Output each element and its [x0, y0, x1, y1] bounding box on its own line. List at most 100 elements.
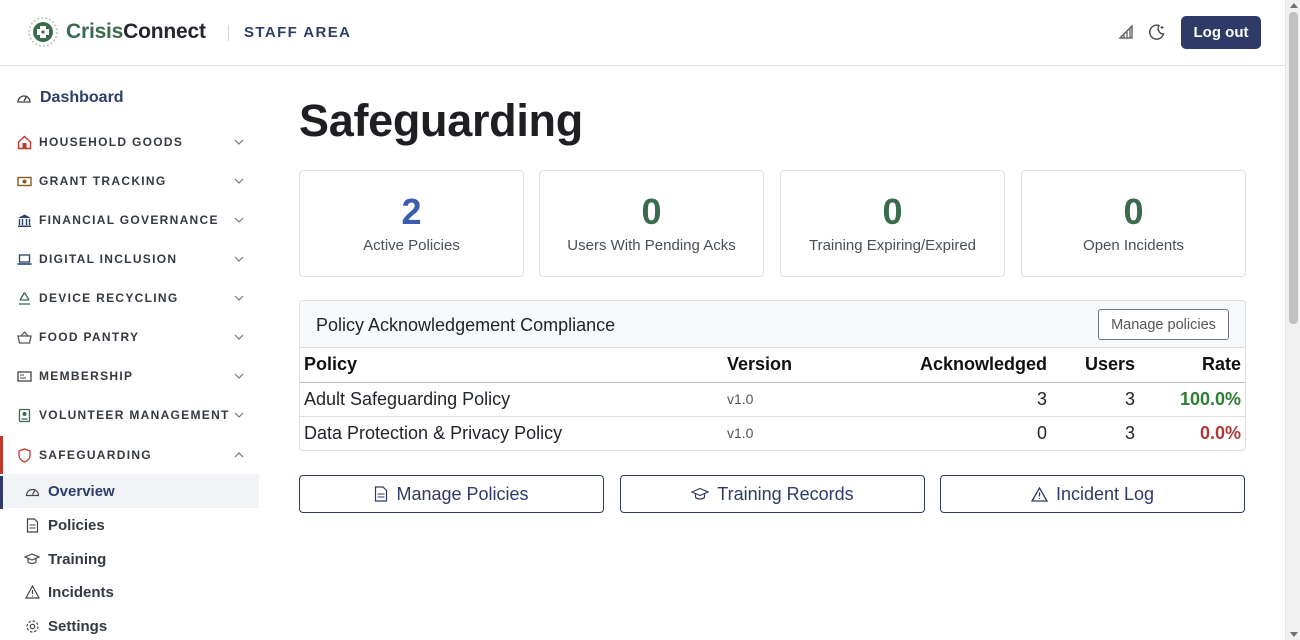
column-header-users: Users: [1051, 348, 1139, 383]
button-label: Manage Policies: [396, 483, 529, 504]
chevron-down-icon: [234, 410, 244, 420]
manage-policies-small-button[interactable]: Manage policies: [1098, 309, 1229, 340]
button-label: Training Records: [717, 483, 854, 504]
page-scrollbar[interactable]: [1285, 0, 1300, 640]
cell-acknowledged: 3: [883, 382, 1051, 417]
sidebar-subitem-training[interactable]: Training: [0, 542, 259, 576]
compliance-panel-title: Policy Acknowledgement Compliance: [316, 315, 616, 335]
sidebar-item-grant-tracking[interactable]: GRANT TRACKING: [16, 170, 251, 192]
scroll-up-icon[interactable]: [1290, 3, 1298, 8]
compliance-panel-header: Policy Acknowledgement Compliance Manage…: [300, 301, 1245, 348]
sidebar-item-volunteer-management[interactable]: VOLUNTEER MANAGEMENT: [16, 404, 251, 426]
stat-value: 0: [641, 191, 662, 232]
sidebar-item-device-recycling[interactable]: DEVICE RECYCLING: [16, 287, 251, 309]
sidebar-item-label: DIGITAL INCLUSION: [39, 252, 178, 266]
document-icon: [24, 517, 40, 533]
sidebar-item-label: DEVICE RECYCLING: [39, 291, 179, 305]
compliance-panel: Policy Acknowledgement Compliance Manage…: [299, 300, 1246, 451]
sidebar-subitem-policies[interactable]: Policies: [0, 508, 259, 542]
sidebar-item-label: Settings: [48, 617, 108, 635]
chevron-down-icon: [234, 176, 244, 186]
logout-button[interactable]: Log out: [1181, 16, 1261, 49]
bank-icon: [16, 212, 32, 228]
badge-icon: [16, 407, 32, 423]
stat-value: 0: [1123, 191, 1144, 232]
scroll-thumb[interactable]: [1289, 12, 1298, 324]
stat-label: Training Expiring/Expired: [808, 237, 977, 254]
brand-part-crisis: Crisis: [66, 20, 124, 43]
sidebar-item-label: MEMBERSHIP: [39, 369, 134, 383]
sidebar-item-label: FOOD PANTRY: [39, 330, 140, 344]
sidebar-subitem-overview[interactable]: Overview: [0, 474, 259, 508]
sidebar-item-safeguarding[interactable]: SAFEGUARDING: [16, 444, 251, 466]
sidebar-item-dashboard[interactable]: Dashboard: [16, 89, 124, 107]
sidebar-subitem-settings[interactable]: Settings: [0, 609, 259, 640]
chevron-up-icon: [234, 450, 244, 460]
chevron-down-icon: [234, 332, 244, 342]
chevron-down-icon: [234, 137, 244, 147]
sidebar-item-financial-governance[interactable]: FINANCIAL GOVERNANCE: [16, 209, 251, 231]
laptop-icon: [16, 251, 32, 267]
top-bar: CrisisConnect STAFF AREA Log out: [0, 0, 1285, 66]
column-header-policy: Policy: [300, 348, 723, 383]
button-label: Incident Log: [1055, 483, 1155, 504]
sidebar-item-label: Policies: [48, 516, 105, 534]
column-header-acknowledged: Acknowledged: [883, 348, 1051, 383]
sidebar-item-label: FINANCIAL GOVERNANCE: [39, 213, 219, 227]
sidebar-item-label: HOUSEHOLD GOODS: [39, 135, 184, 149]
sidebar-item-label: Dashboard: [40, 89, 124, 106]
page-title: Safeguarding: [299, 95, 583, 146]
dark-mode-icon[interactable]: [1147, 22, 1167, 42]
brand-name[interactable]: CrisisConnect: [66, 20, 206, 44]
sidebar-item-label: Overview: [48, 482, 115, 500]
cell-rate: 100.0%: [1139, 382, 1245, 417]
chevron-down-icon: [234, 371, 244, 381]
sidebar: Dashboard HOUSEHOLD GOODS GRANT TRACKING…: [0, 67, 259, 640]
warning-icon: [24, 584, 40, 600]
table-row: Adult Safeguarding Policy v1.0 3 3 100.0…: [300, 382, 1245, 417]
house-icon: [16, 134, 32, 150]
stat-label: Open Incidents: [1083, 237, 1184, 254]
cell-policy: Data Protection & Privacy Policy: [304, 422, 563, 443]
incident-log-button[interactable]: Incident Log: [940, 475, 1245, 513]
sidebar-item-digital-inclusion[interactable]: DIGITAL INCLUSION: [16, 248, 251, 270]
accessibility-icon[interactable]: [1116, 22, 1136, 42]
warning-icon: [1030, 486, 1048, 502]
table-header-row: Policy Version Acknowledged Users Rate: [300, 348, 1245, 383]
sidebar-item-label: GRANT TRACKING: [39, 174, 167, 188]
money-icon: [16, 173, 32, 189]
staff-area-label: STAFF AREA: [244, 24, 352, 41]
table-row: Data Protection & Privacy Policy v1.0 0 …: [300, 416, 1245, 450]
sidebar-item-label: Training: [48, 550, 107, 568]
graduation-cap-icon: [691, 487, 710, 500]
stat-label: Users With Pending Acks: [567, 237, 736, 254]
cell-policy: Adult Safeguarding Policy: [300, 382, 723, 417]
gauge-icon: [17, 95, 31, 103]
manage-policies-button[interactable]: Manage Policies: [299, 475, 604, 513]
sidebar-item-label: SAFEGUARDING: [39, 448, 152, 462]
stat-card-open-incidents: 0 Open Incidents: [1021, 170, 1246, 277]
active-subitem-indicator: [0, 476, 3, 509]
crisisconnect-logo-icon[interactable]: [27, 15, 59, 49]
chevron-down-icon: [234, 293, 244, 303]
scroll-down-icon[interactable]: [1290, 632, 1298, 637]
graduation-cap-icon: [24, 551, 40, 567]
sidebar-item-label: VOLUNTEER MANAGEMENT: [39, 408, 230, 422]
stat-card-active-policies: 2 Active Policies: [299, 170, 524, 277]
sidebar-item-membership[interactable]: MEMBERSHIP: [16, 365, 251, 387]
recycle-icon: [16, 290, 32, 306]
gear-icon: [24, 618, 40, 634]
chevron-down-icon: [234, 254, 244, 264]
sidebar-item-household-goods[interactable]: HOUSEHOLD GOODS: [16, 131, 251, 153]
document-icon: [375, 486, 388, 502]
training-records-button[interactable]: Training Records: [620, 475, 925, 513]
cell-users: 3: [1124, 422, 1135, 443]
stat-value: 2: [401, 191, 422, 232]
brand-part-connect: Connect: [123, 20, 206, 43]
stat-card-pending-acks: 0 Users With Pending Acks: [539, 170, 764, 277]
cell-version: v1.0: [727, 425, 754, 442]
cell-version: v1.0: [723, 382, 883, 417]
sidebar-subitem-incidents[interactable]: Incidents: [0, 575, 259, 609]
sidebar-item-food-pantry[interactable]: FOOD PANTRY: [16, 326, 251, 348]
cell-acknowledged: 0: [1036, 422, 1047, 443]
